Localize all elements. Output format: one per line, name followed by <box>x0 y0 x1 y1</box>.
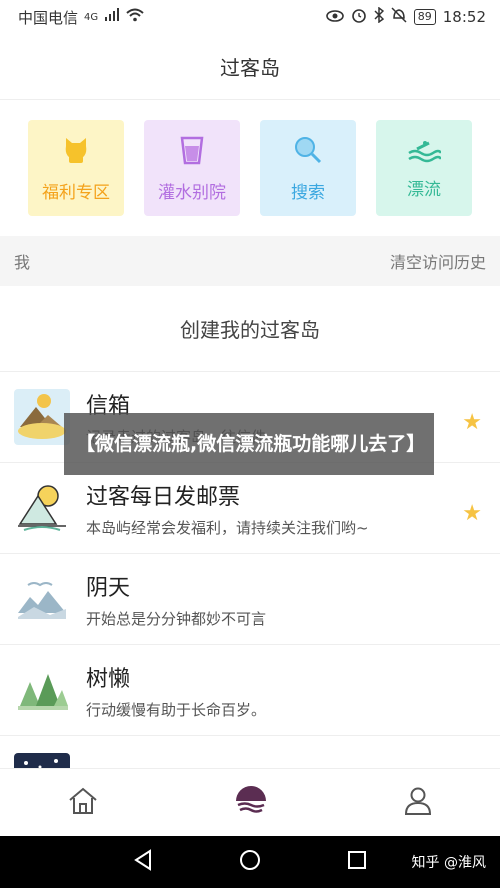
mute-icon <box>391 7 407 27</box>
category-grid: 福利专区 灌水别院 搜索 漂流 <box>0 100 500 236</box>
network-type: 4G <box>84 11 99 23</box>
item-title: 树懒 <box>86 666 131 692</box>
home-tab-icon[interactable] <box>67 786 99 820</box>
bluetooth-icon <box>374 6 384 27</box>
item-title: 过客每日发邮票 <box>86 484 241 510</box>
section-header: 我 清空访问历史 <box>0 236 500 286</box>
drift-icon <box>407 137 443 167</box>
category-welfare[interactable]: 福利专区 <box>28 120 124 216</box>
category-water[interactable]: 灌水别院 <box>144 120 240 216</box>
page-title: 过客岛 <box>220 56 280 80</box>
clock-time: 18:52 <box>442 8 486 26</box>
clear-history-button[interactable]: 清空访问历史 <box>390 249 486 273</box>
carrier-text: 中国电信 <box>18 8 79 27</box>
island-tab-icon[interactable] <box>234 785 268 821</box>
category-drift[interactable]: 漂流 <box>376 120 472 216</box>
cat-icon <box>60 134 92 170</box>
recents-icon[interactable] <box>347 850 367 874</box>
bottom-tab-bar <box>0 768 500 836</box>
category-label: 搜索 <box>291 182 325 203</box>
create-island-button[interactable]: 创建我的过客岛 <box>0 286 500 372</box>
list-item[interactable]: 阴天 开始总是分分钟都妙不可言 <box>0 554 500 645</box>
home-icon[interactable] <box>239 849 261 875</box>
wifi-icon <box>126 8 144 26</box>
profile-tab-icon[interactable] <box>403 786 433 820</box>
list-item[interactable]: 树懒 行动缓慢有助于长命百岁。 <box>0 645 500 736</box>
alarm-icon <box>351 7 367 27</box>
signal-icon <box>104 8 120 26</box>
mailbox-thumbnail <box>14 389 70 445</box>
star-icon[interactable]: ★ <box>462 410 482 435</box>
app-header: 过客岛 <box>0 34 500 100</box>
back-icon[interactable] <box>133 849 153 875</box>
item-subtitle: 开始总是分分钟都妙不可言 <box>86 609 267 628</box>
category-search[interactable]: 搜索 <box>260 120 356 216</box>
cloudy-thumbnail <box>14 571 70 627</box>
category-label: 灌水别院 <box>158 182 226 203</box>
item-subtitle: 本岛屿经常会发福利，请持续关注我们哟~ <box>86 518 369 537</box>
status-bar: 中国电信 4G 89 18:52 <box>0 0 500 34</box>
caption-overlay: 【微信漂流瓶,微信漂流瓶功能哪儿去了】 <box>64 413 434 475</box>
stamp-thumbnail <box>14 480 70 536</box>
eye-icon <box>325 8 344 26</box>
battery-indicator: 89 <box>413 9 436 25</box>
item-title: 阴天 <box>86 575 131 601</box>
category-label: 福利专区 <box>42 182 110 203</box>
list-item[interactable]: 过客每日发邮票 本岛屿经常会发福利，请持续关注我们哟~ ★ <box>0 463 500 554</box>
search-icon <box>292 134 324 170</box>
watermark: 知乎 @淮风 <box>411 855 486 871</box>
sloth-thumbnail <box>14 662 70 718</box>
category-label: 漂流 <box>407 179 441 200</box>
cup-icon <box>178 134 206 170</box>
section-title: 我 <box>14 253 31 272</box>
item-subtitle: 行动缓慢有助于长命百岁。 <box>86 700 267 719</box>
star-icon[interactable]: ★ <box>462 501 482 526</box>
